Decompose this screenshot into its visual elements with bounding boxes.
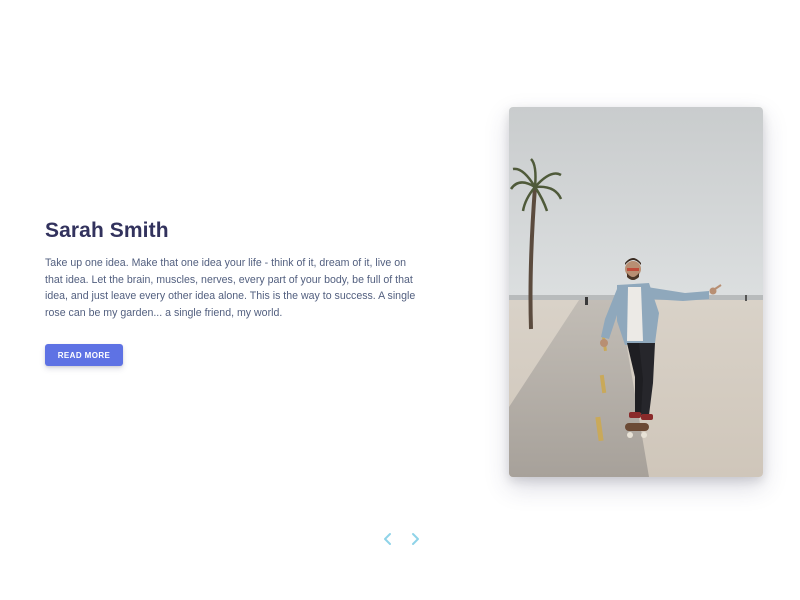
person-description: Take up one idea. Make that one idea you… [45, 257, 416, 319]
chevron-left-icon[interactable] [381, 531, 395, 547]
testimonial-slide: Sarah Smith Take up one idea. Make that … [0, 0, 800, 600]
text-block: Sarah Smith Take up one idea. Make that … [45, 217, 425, 321]
chevron-right-icon[interactable] [408, 531, 422, 547]
person-name: Sarah Smith [45, 219, 169, 242]
skateboarder-image [509, 107, 763, 477]
profile-photo [509, 107, 763, 477]
read-more-button[interactable]: READ MORE [45, 344, 123, 366]
